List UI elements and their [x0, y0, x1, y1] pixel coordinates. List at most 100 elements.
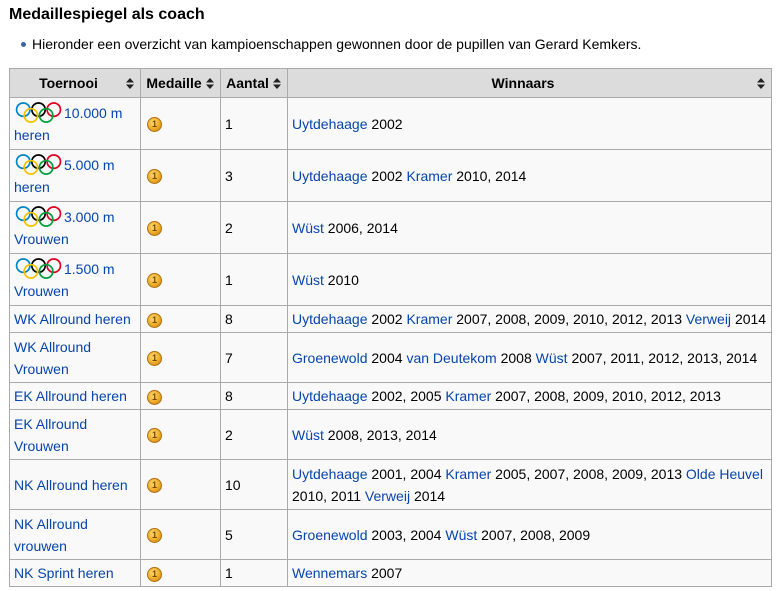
medal-rank: 1: [151, 391, 157, 402]
medal-rank: 1: [151, 275, 157, 286]
gold-medal-icon: 1: [147, 351, 162, 367]
winnaars-cell: Uytdehaage 2002, 2005 Kramer 2007, 2008,…: [287, 382, 772, 410]
aantal-cell: 2: [220, 409, 288, 460]
sort-arrows-icon[interactable]: [126, 78, 134, 89]
aantal-cell: 1: [220, 253, 288, 306]
winner-link[interactable]: Kramer: [445, 388, 491, 404]
winner-link[interactable]: Verweij: [365, 488, 410, 504]
column-header-aantal[interactable]: Aantal: [220, 68, 288, 98]
winner-link[interactable]: Wennemars: [292, 565, 367, 581]
winner-years: 2007: [371, 565, 403, 581]
gold-medal-icon: 1: [147, 117, 162, 133]
intro-list-item: Hieronder een overzicht van kampioenscha…: [9, 34, 782, 54]
winner-years: 2010, 2011: [292, 487, 362, 504]
content: Medaillespiegel als coach Hieronder een …: [0, 0, 782, 587]
winner-link[interactable]: Uytdehaage: [292, 168, 368, 184]
toernooi-link[interactable]: WK Allround Vrouwen: [14, 339, 91, 377]
toernooi-link[interactable]: EK Allround Vrouwen: [14, 416, 87, 454]
winnaars-cell: Wüst 2006, 2014: [287, 201, 772, 254]
toernooi-cell: WK Allround Vrouwen: [9, 332, 141, 383]
winner-link[interactable]: Verweij: [686, 311, 731, 327]
olympic-rings-icon: [14, 154, 64, 175]
column-header-label: Toernooi: [39, 75, 98, 91]
toernooi-cell: EK Allround heren: [9, 382, 141, 410]
winnaars-cell: Groenewold 2004 van Deutekom 2008 Wüst 2…: [287, 332, 772, 383]
winner-years: 2014: [413, 487, 446, 504]
olympic-rings-icon: [14, 102, 64, 123]
medal-table: Toernooi Medaille Aantal Winnaars 10.000…: [9, 68, 772, 587]
table-row: EK Allround heren 1 8 Uytdehaage 2002, 2…: [9, 382, 772, 410]
winner-years: 2006, 2014: [327, 219, 398, 236]
aantal-cell: 8: [220, 305, 288, 333]
winner-link[interactable]: Wüst: [292, 427, 324, 443]
aantal-cell: 5: [220, 509, 288, 560]
column-header-toernooi[interactable]: Toernooi: [9, 68, 141, 98]
winner-years: 2003, 2004: [371, 526, 442, 543]
medaille-cell: 1: [140, 201, 221, 254]
table-row: WK Allround Vrouwen 1 7 Groenewold 2004 …: [9, 332, 772, 383]
winner-years: 2010: [327, 271, 359, 288]
medaille-cell: 1: [140, 559, 221, 587]
medal-rank: 1: [151, 353, 157, 364]
winner-years: 2002: [371, 115, 403, 132]
winner-link[interactable]: Uytdehaage: [292, 388, 368, 404]
winner-link[interactable]: Wüst: [292, 272, 324, 288]
winnaars-cell: Uytdehaage 2002 Kramer 2007, 2008, 2009,…: [287, 305, 772, 333]
winnaars-cell: Uytdehaage 2002: [287, 97, 772, 150]
header-row: Toernooi Medaille Aantal Winnaars: [9, 68, 772, 98]
medal-rank: 1: [151, 223, 157, 234]
aantal-cell: 3: [220, 149, 288, 202]
winner-years: 2004: [371, 349, 403, 366]
sort-arrows-icon[interactable]: [206, 78, 214, 89]
winner-link[interactable]: Uytdehaage: [292, 466, 368, 482]
toernooi-cell: NK Allround vrouwen: [9, 509, 141, 560]
column-header-medaille[interactable]: Medaille: [140, 68, 221, 98]
winnaars-cell: Wüst 2008, 2013, 2014: [287, 409, 772, 460]
medaille-cell: 1: [140, 459, 221, 510]
winner-link[interactable]: Kramer: [445, 466, 491, 482]
winner-years: 2014: [734, 311, 767, 327]
sort-arrows-icon[interactable]: [757, 78, 765, 89]
medaille-cell: 1: [140, 509, 221, 560]
toernooi-link[interactable]: NK Sprint heren: [14, 565, 114, 581]
table-row: NK Allround heren 1 10 Uytdehaage 2001, …: [9, 459, 772, 510]
sort-arrows-icon[interactable]: [273, 78, 281, 89]
table-row: 1.500 m Vrouwen 1 1 Wüst 2010: [9, 253, 772, 306]
winner-link[interactable]: Wüst: [292, 220, 324, 236]
toernooi-link[interactable]: NK Allround heren: [14, 477, 128, 493]
toernooi-link[interactable]: WK Allround heren: [14, 311, 131, 327]
winner-link[interactable]: Wüst: [536, 350, 568, 366]
toernooi-link[interactable]: NK Allround vrouwen: [14, 516, 88, 554]
aantal-cell: 1: [220, 97, 288, 150]
medaille-cell: 1: [140, 305, 221, 333]
medal-rank: 1: [151, 119, 157, 130]
winner-years: 2005, 2007, 2008, 2009, 2013: [495, 465, 683, 482]
winner-years: 2002: [371, 311, 403, 327]
toernooi-cell: 5.000 m heren: [9, 149, 141, 202]
column-header-winnaars[interactable]: Winnaars: [287, 68, 772, 98]
winner-link[interactable]: van Deutekom: [406, 350, 496, 366]
gold-medal-icon: 1: [147, 528, 162, 544]
winner-link[interactable]: Kramer: [406, 168, 452, 184]
winner-link[interactable]: Wüst: [445, 527, 477, 543]
toernooi-link[interactable]: EK Allround heren: [14, 388, 127, 404]
winner-years: 2007, 2008, 2009, 2010, 2012, 2013: [456, 311, 683, 327]
table-row: 10.000 m heren 1 1 Uytdehaage 2002: [9, 97, 772, 150]
gold-medal-icon: 1: [147, 478, 162, 494]
winner-link[interactable]: Groenewold: [292, 350, 368, 366]
table-row: EK Allround Vrouwen 1 2 Wüst 2008, 2013,…: [9, 409, 772, 460]
winner-link[interactable]: Uytdehaage: [292, 116, 368, 132]
gold-medal-icon: 1: [147, 169, 162, 185]
table-row: 5.000 m heren 1 3 Uytdehaage 2002 Kramer…: [9, 149, 772, 202]
toernooi-cell: 3.000 m Vrouwen: [9, 201, 141, 254]
winner-link[interactable]: Groenewold: [292, 527, 368, 543]
gold-medal-icon: 1: [147, 312, 162, 328]
winner-link[interactable]: Kramer: [406, 311, 452, 327]
column-header-label: Medaille: [146, 75, 202, 91]
gold-medal-icon: 1: [147, 273, 162, 289]
medaille-cell: 1: [140, 253, 221, 306]
table-row: NK Allround vrouwen 1 5 Groenewold 2003,…: [9, 509, 772, 560]
aantal-cell: 2: [220, 201, 288, 254]
winner-link[interactable]: Olde Heuvel: [686, 466, 763, 482]
winner-link[interactable]: Uytdehaage: [292, 311, 368, 327]
